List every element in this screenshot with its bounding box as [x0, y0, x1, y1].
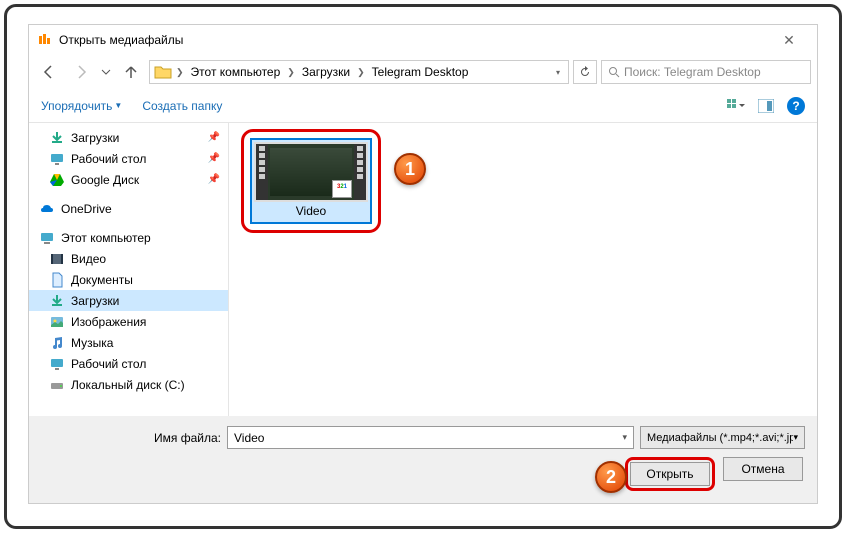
- file-open-dialog: Открыть медиафайлы ✕ ❯ Этот компьютер ❯ …: [28, 24, 818, 504]
- filetype-filter[interactable]: Медиафайлы (*.mp4;*.avi;*.jpe▾: [640, 426, 805, 449]
- file-label: Video: [254, 202, 368, 220]
- search-input[interactable]: Поиск: Telegram Desktop: [601, 60, 811, 84]
- download-icon: [49, 293, 65, 309]
- navbar: ❯ Этот компьютер ❯ Загрузки ❯ Telegram D…: [29, 55, 817, 89]
- crumb-thispc[interactable]: Этот компьютер: [188, 65, 284, 79]
- titlebar: Открыть медиафайлы ✕: [29, 25, 817, 55]
- video-thumbnail: 321: [254, 142, 368, 202]
- sidebar-item-thispc[interactable]: Этот компьютер: [29, 227, 228, 248]
- sidebar: Загрузки📌 Рабочий стол📌 Google Диск📌 One…: [29, 123, 229, 416]
- drive-icon: [49, 377, 65, 393]
- preview-pane-button[interactable]: [753, 95, 779, 117]
- app-icon: [37, 32, 53, 48]
- open-button[interactable]: Открыть: [630, 462, 710, 486]
- sidebar-item-downloads2[interactable]: Загрузки: [29, 290, 228, 311]
- search-placeholder: Поиск: Telegram Desktop: [624, 65, 761, 79]
- organize-button[interactable]: Упорядочить▼: [41, 99, 122, 113]
- cloud-icon: [39, 201, 55, 217]
- dialog-footer: Имя файла: Video▾ Медиафайлы (*.mp4;*.av…: [29, 416, 817, 503]
- chevron-icon: ❯: [176, 67, 184, 78]
- search-icon: [608, 66, 620, 78]
- pc-icon: [39, 230, 55, 246]
- chevron-down-icon[interactable]: ▾: [552, 68, 564, 77]
- crumb-downloads[interactable]: Загрузки: [299, 65, 353, 79]
- help-button[interactable]: ?: [787, 97, 805, 115]
- document-icon: [49, 272, 65, 288]
- video-icon: [49, 251, 65, 267]
- dialog-title: Открыть медиафайлы: [59, 33, 769, 47]
- sidebar-item-documents[interactable]: Документы: [29, 269, 228, 290]
- desktop-icon: [49, 151, 65, 167]
- sidebar-item-downloads[interactable]: Загрузки📌: [29, 127, 228, 148]
- music-icon: [49, 335, 65, 351]
- cancel-button[interactable]: Отмена: [723, 457, 803, 481]
- refresh-button[interactable]: [573, 60, 597, 84]
- desktop-icon: [49, 356, 65, 372]
- sidebar-item-videos[interactable]: Видео: [29, 248, 228, 269]
- pin-icon: 📌: [208, 132, 220, 143]
- back-button[interactable]: [35, 58, 63, 86]
- file-item-video[interactable]: 321 Video: [241, 129, 381, 233]
- download-icon: [49, 130, 65, 146]
- sidebar-item-gdrive[interactable]: Google Диск📌: [29, 169, 228, 190]
- new-folder-button[interactable]: Создать папку: [142, 99, 222, 113]
- breadcrumb[interactable]: ❯ Этот компьютер ❯ Загрузки ❯ Telegram D…: [149, 60, 569, 84]
- chevron-icon: ❯: [357, 67, 365, 78]
- annotation-marker-1: 1: [394, 153, 426, 185]
- pin-icon: 📌: [208, 153, 220, 164]
- up-button[interactable]: [117, 58, 145, 86]
- toolbar: Упорядочить▼ Создать папку ?: [29, 89, 817, 123]
- gdrive-icon: [49, 172, 65, 188]
- close-button[interactable]: ✕: [769, 32, 809, 49]
- chevron-icon: ❯: [287, 67, 295, 78]
- filename-input[interactable]: Video▾: [227, 426, 634, 449]
- sidebar-item-images[interactable]: Изображения: [29, 311, 228, 332]
- mpc-icon: 321: [332, 180, 352, 198]
- sidebar-item-music[interactable]: Музыка: [29, 332, 228, 353]
- pin-icon: 📌: [208, 174, 220, 185]
- forward-button[interactable]: [67, 58, 95, 86]
- crumb-telegram[interactable]: Telegram Desktop: [369, 65, 472, 79]
- annotation-highlight-2: Открыть: [625, 457, 715, 491]
- file-list[interactable]: 321 Video 1: [229, 123, 817, 416]
- dialog-body: Загрузки📌 Рабочий стол📌 Google Диск📌 One…: [29, 123, 817, 416]
- annotation-highlight-1: 321 Video: [241, 129, 381, 233]
- recent-dropdown[interactable]: [99, 58, 113, 86]
- view-icons-button[interactable]: [723, 95, 749, 117]
- sidebar-item-onedrive[interactable]: OneDrive: [29, 198, 228, 219]
- filename-label: Имя файла:: [41, 431, 221, 445]
- chevron-down-icon[interactable]: ▾: [622, 432, 627, 443]
- annotation-marker-2: 2: [595, 461, 627, 493]
- sidebar-item-desktop2[interactable]: Рабочий стол: [29, 353, 228, 374]
- image-icon: [49, 314, 65, 330]
- folder-icon: [154, 64, 172, 80]
- sidebar-item-desktop[interactable]: Рабочий стол📌: [29, 148, 228, 169]
- sidebar-item-localdisk[interactable]: Локальный диск (C:): [29, 374, 228, 395]
